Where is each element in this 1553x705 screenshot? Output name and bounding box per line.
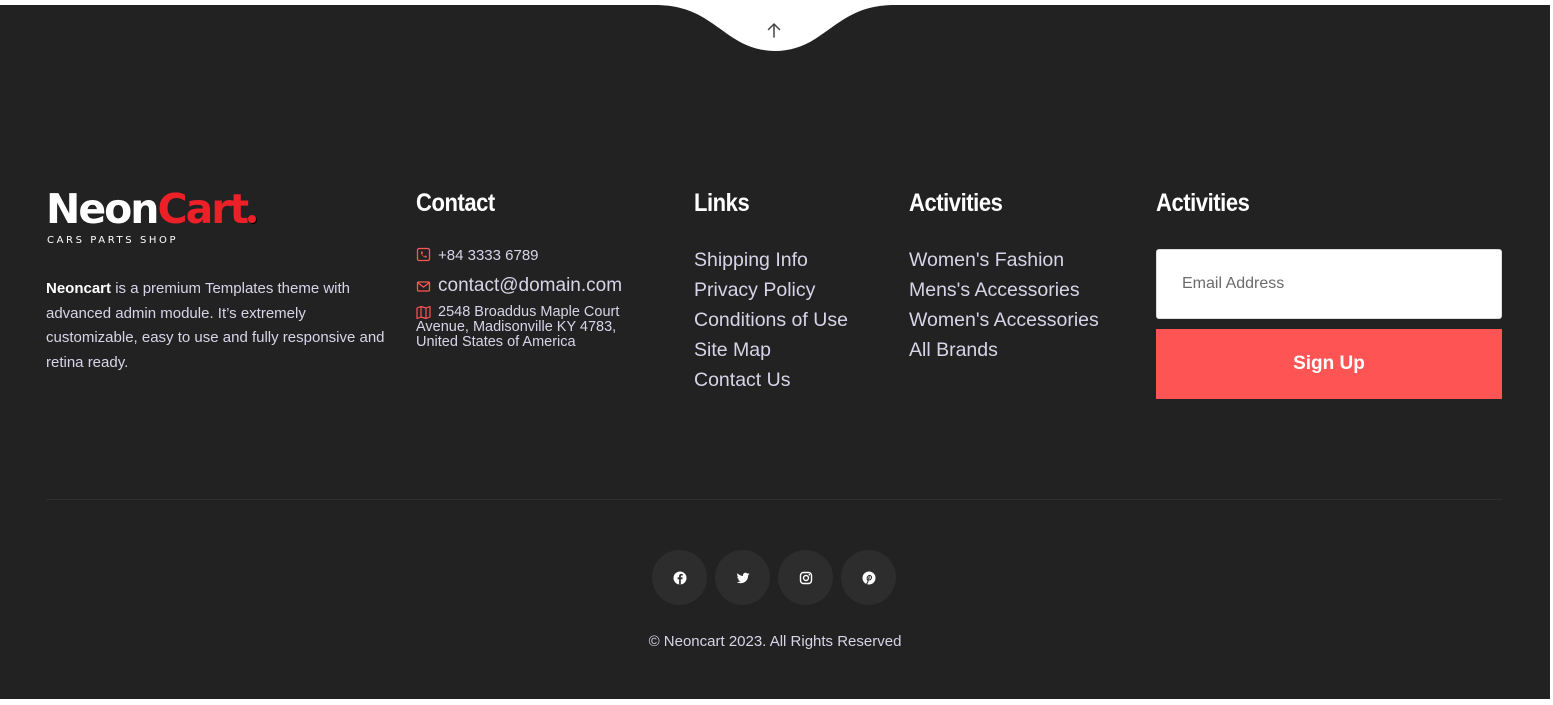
address-line-3: United States of America: [416, 334, 576, 350]
address-line-2: Avenue, Madisonville KY 4783,: [416, 319, 617, 335]
activities-heading: Activities: [909, 189, 1003, 217]
link-womens-fashion[interactable]: Women's Fashion: [909, 245, 1099, 275]
contact-address: 2548 Broaddus Maple Court Avenue, Madiso…: [416, 305, 666, 350]
logo-dot: [248, 215, 257, 223]
contact-phone[interactable]: +84 3333 6789: [416, 245, 666, 267]
pinterest-link[interactable]: [841, 550, 896, 605]
twitter-icon: [736, 572, 749, 583]
scroll-to-top: [655, 5, 895, 57]
address-line-1: 2548 Broaddus Maple Court: [438, 304, 620, 320]
envelope-icon: [416, 281, 431, 292]
pinterest-icon: [862, 571, 875, 584]
social-links: [652, 550, 896, 605]
copyright-text: © Neoncart 2023. All Rights Reserved: [648, 633, 902, 650]
links-list: Shipping Info Privacy Policy Conditions …: [694, 245, 848, 395]
phone-icon: [416, 247, 431, 262]
link-shipping-info[interactable]: Shipping Info: [694, 245, 848, 275]
link-mens-accessories[interactable]: Mens's Accessories: [909, 275, 1099, 305]
logo-wordmark: NeonCart: [46, 185, 257, 233]
link-all-brands[interactable]: All Brands: [909, 335, 1099, 365]
email-address: contact@domain.com: [438, 275, 623, 296]
contact-heading: Contact: [416, 189, 495, 217]
footer-divider: [46, 499, 1502, 500]
link-contact-us[interactable]: Contact Us: [694, 365, 848, 395]
brand-logo[interactable]: NeonCart CARS PARTS SHOP: [46, 185, 257, 246]
links-heading: Links: [694, 189, 750, 217]
link-privacy-policy[interactable]: Privacy Policy: [694, 275, 848, 305]
activities-list: Women's Fashion Mens's Accessories Women…: [909, 245, 1099, 365]
instagram-link[interactable]: [778, 550, 833, 605]
contact-info: +84 3333 6789 contact@domain.com 2548 Br…: [416, 245, 666, 350]
map-icon: [416, 305, 431, 320]
about-text: Neoncart is a premium Templates theme wi…: [46, 277, 386, 375]
contact-email[interactable]: contact@domain.com: [416, 273, 666, 299]
facebook-link[interactable]: [652, 550, 707, 605]
phone-number: +84 3333 6789: [438, 247, 539, 264]
twitter-link[interactable]: [715, 550, 770, 605]
arrow-up-icon[interactable]: [765, 21, 783, 39]
about-brand-name: Neoncart: [46, 280, 112, 297]
newsletter-heading: Activities: [1156, 189, 1250, 217]
link-conditions-of-use[interactable]: Conditions of Use: [694, 305, 848, 335]
site-footer: NeonCart CARS PARTS SHOP Neoncart is a p…: [0, 5, 1550, 699]
link-site-map[interactable]: Site Map: [694, 335, 848, 365]
email-input[interactable]: [1156, 249, 1502, 319]
logo-tagline: CARS PARTS SHOP: [47, 235, 179, 246]
sign-up-button[interactable]: Sign Up: [1156, 329, 1502, 399]
link-womens-accessories[interactable]: Women's Accessories: [909, 305, 1099, 335]
instagram-icon: [799, 571, 812, 584]
facebook-icon: [673, 571, 686, 584]
